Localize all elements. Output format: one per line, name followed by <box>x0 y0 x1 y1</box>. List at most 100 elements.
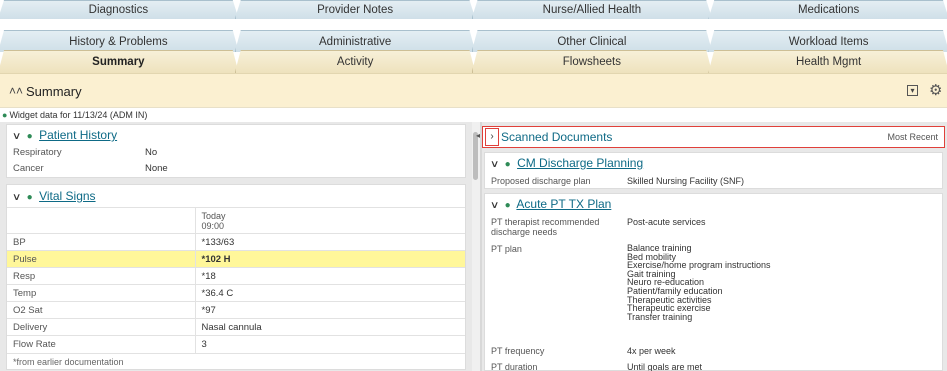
left-panel: ∨ ● Patient History Respiratory No Cance… <box>0 122 480 371</box>
table-row: O2 Sat *97 <box>7 301 465 319</box>
acute-pt-link[interactable]: Acute PT TX Plan <box>516 197 611 211</box>
history-row: Cancer None <box>7 161 465 177</box>
vital-label: O2 Sat <box>7 301 196 319</box>
column-day: Today <box>201 210 226 221</box>
vital-label: Delivery <box>7 318 196 336</box>
tab-nurse-allied-health[interactable]: Nurse/Allied Health <box>471 0 713 19</box>
vital-value: *133/63 <box>195 233 465 251</box>
vital-value: Nasal cannula <box>195 318 465 336</box>
discharge-plan-value: Skilled Nursing Facility (SNF) <box>627 176 745 186</box>
left-panel-content: ∨ ● Patient History Respiratory No Cance… <box>6 124 466 371</box>
vital-label: Resp <box>7 267 196 285</box>
cm-discharge-header: ∨ ● CM Discharge Planning <box>485 153 942 173</box>
cm-discharge-link[interactable]: CM Discharge Planning <box>517 156 643 170</box>
widget-date-line: ● Widget data for 11/13/24 (ADM IN) <box>0 108 947 123</box>
status-dot-icon: ● <box>504 200 511 211</box>
table-header-blank <box>7 207 196 234</box>
vital-value: 3 <box>195 335 465 353</box>
tab-activity[interactable]: Activity <box>234 50 476 73</box>
pt-duration-row: PT duration Until goals are met <box>485 362 942 371</box>
history-row: Respiratory No <box>7 145 465 161</box>
patient-history-link[interactable]: Patient History <box>39 128 117 142</box>
summary-title: Summary <box>26 84 82 99</box>
pt-frequency-label: PT frequency <box>491 346 545 356</box>
tab-row-1: Diagnostics Provider Notes Nurse/Allied … <box>0 0 947 31</box>
chevron-down-icon[interactable]: ∨ <box>12 127 22 147</box>
vital-value: *18 <box>195 267 465 285</box>
vital-value: *36.4 C <box>195 284 465 302</box>
patient-history-card: ∨ ● Patient History Respiratory No Cance… <box>6 124 466 178</box>
acute-pt-card: ∨ ● Acute PT TX Plan PT therapist recomm… <box>484 193 943 371</box>
history-row-value: No <box>145 147 158 158</box>
vital-label: Temp <box>7 284 196 302</box>
table-row: Pulse *102 H <box>7 250 465 268</box>
pt-frequency-value: 4x per week <box>627 346 676 356</box>
tab-administrative[interactable]: Administrative <box>234 30 476 52</box>
column-time: 09:00 <box>201 220 225 231</box>
table-row: BP *133/63 <box>7 233 465 251</box>
tab-provider-notes[interactable]: Provider Notes <box>234 0 476 19</box>
vital-label: BP <box>7 233 196 251</box>
table-header-datetime: Today 09:00 <box>195 207 465 234</box>
table-row: Delivery Nasal cannula <box>7 318 465 336</box>
vital-label: Flow Rate <box>7 335 196 353</box>
summary-header: ˄˄ Summary ▾ ⚙ <box>0 73 947 108</box>
pt-frequency-row: PT frequency 4x per week <box>485 346 942 362</box>
table-header-row: Today 09:00 <box>7 207 465 234</box>
status-dot-icon: ● <box>26 192 33 203</box>
vital-signs-link[interactable]: Vital Signs <box>39 189 95 203</box>
tab-diagnostics[interactable]: Diagnostics <box>0 0 239 19</box>
tab-other-clinical[interactable]: Other Clinical <box>471 30 713 52</box>
vital-value: *97 <box>195 301 465 319</box>
chevron-down-icon[interactable]: ∨ <box>490 196 500 216</box>
acute-pt-header: ∨ ● Acute PT TX Plan <box>485 194 942 214</box>
gear-icon[interactable]: ⚙ <box>929 81 942 99</box>
history-row-label: Respiratory <box>13 147 62 158</box>
tab-history-problems[interactable]: History & Problems <box>0 30 239 52</box>
tab-workload-items[interactable]: Workload Items <box>708 30 947 52</box>
patient-history-header: ∨ ● Patient History <box>7 125 465 145</box>
discharge-plan-row: Proposed discharge plan Skilled Nursing … <box>485 176 942 190</box>
status-dot-icon: ● <box>26 131 33 142</box>
chevron-down-icon[interactable]: ∨ <box>12 187 22 209</box>
pt-plan-label: PT plan <box>491 244 522 254</box>
tab-flowsheets[interactable]: Flowsheets <box>471 50 713 73</box>
vital-label: Pulse <box>7 250 196 268</box>
cm-discharge-card: ∨ ● CM Discharge Planning Proposed disch… <box>484 152 943 189</box>
history-row-label: Cancer <box>13 163 44 174</box>
scanned-documents-title[interactable]: Scanned Documents <box>501 130 612 144</box>
vital-signs-card: ∨ ● Vital Signs Today 09:00 BP *133/63 Pu… <box>6 184 466 370</box>
list-item: Transfer training <box>627 311 693 322</box>
discharge-plan-label: Proposed discharge plan <box>491 176 591 186</box>
vital-value-alert: *102 H <box>195 250 465 268</box>
refresh-icon[interactable]: ▾ <box>907 85 918 96</box>
most-recent-label: Most Recent <box>887 132 938 142</box>
tab-health-mgmt[interactable]: Health Mgmt <box>708 50 947 73</box>
tab-bar: Diagnostics Provider Notes Nurse/Allied … <box>0 0 947 73</box>
pt-needs-value: Post-acute services <box>627 217 706 227</box>
vital-signs-table: Today 09:00 BP *133/63 Pulse *102 H Resp … <box>7 207 465 353</box>
tab-row-2: History & Problems Administrative Other … <box>0 30 947 52</box>
history-row-value: None <box>145 163 168 174</box>
vital-signs-footnote: *from earlier documentation <box>7 352 465 369</box>
pt-plan-list: Balance training Bed mobility Exercise/h… <box>627 244 771 321</box>
tab-row-3: Summary Activity Flowsheets Health Mgmt <box>0 50 947 73</box>
pt-duration-label: PT duration <box>491 362 538 371</box>
pt-duration-value: Until goals are met <box>627 362 703 371</box>
scanned-documents-header: › Scanned Documents Most Recent <box>482 126 945 148</box>
vital-signs-header: ∨ ● Vital Signs <box>7 185 465 207</box>
pt-needs-label: PT therapist recommended discharge needs <box>491 217 600 237</box>
right-panel: › Scanned Documents Most Recent ∨ ● CM D… <box>482 122 947 371</box>
chevron-right-icon[interactable]: › <box>485 128 499 146</box>
table-row: Temp *36.4 C <box>7 284 465 302</box>
tab-medications[interactable]: Medications <box>708 0 947 19</box>
left-scrollbar[interactable] <box>472 122 480 371</box>
status-dot-icon: ● <box>2 110 8 120</box>
pt-plan-row: PT plan Balance training Bed mobility Ex… <box>485 244 942 344</box>
chevron-down-icon[interactable]: ∨ <box>490 155 500 175</box>
pt-needs-row: PT therapist recommended discharge needs… <box>485 217 942 243</box>
widget-date-text: Widget data for 11/13/24 (ADM IN) <box>9 110 148 120</box>
chevron-double-up-icon[interactable]: ˄˄ <box>9 84 23 98</box>
tab-summary[interactable]: Summary <box>0 50 239 73</box>
caret-left-icon: ◂ <box>476 131 481 140</box>
